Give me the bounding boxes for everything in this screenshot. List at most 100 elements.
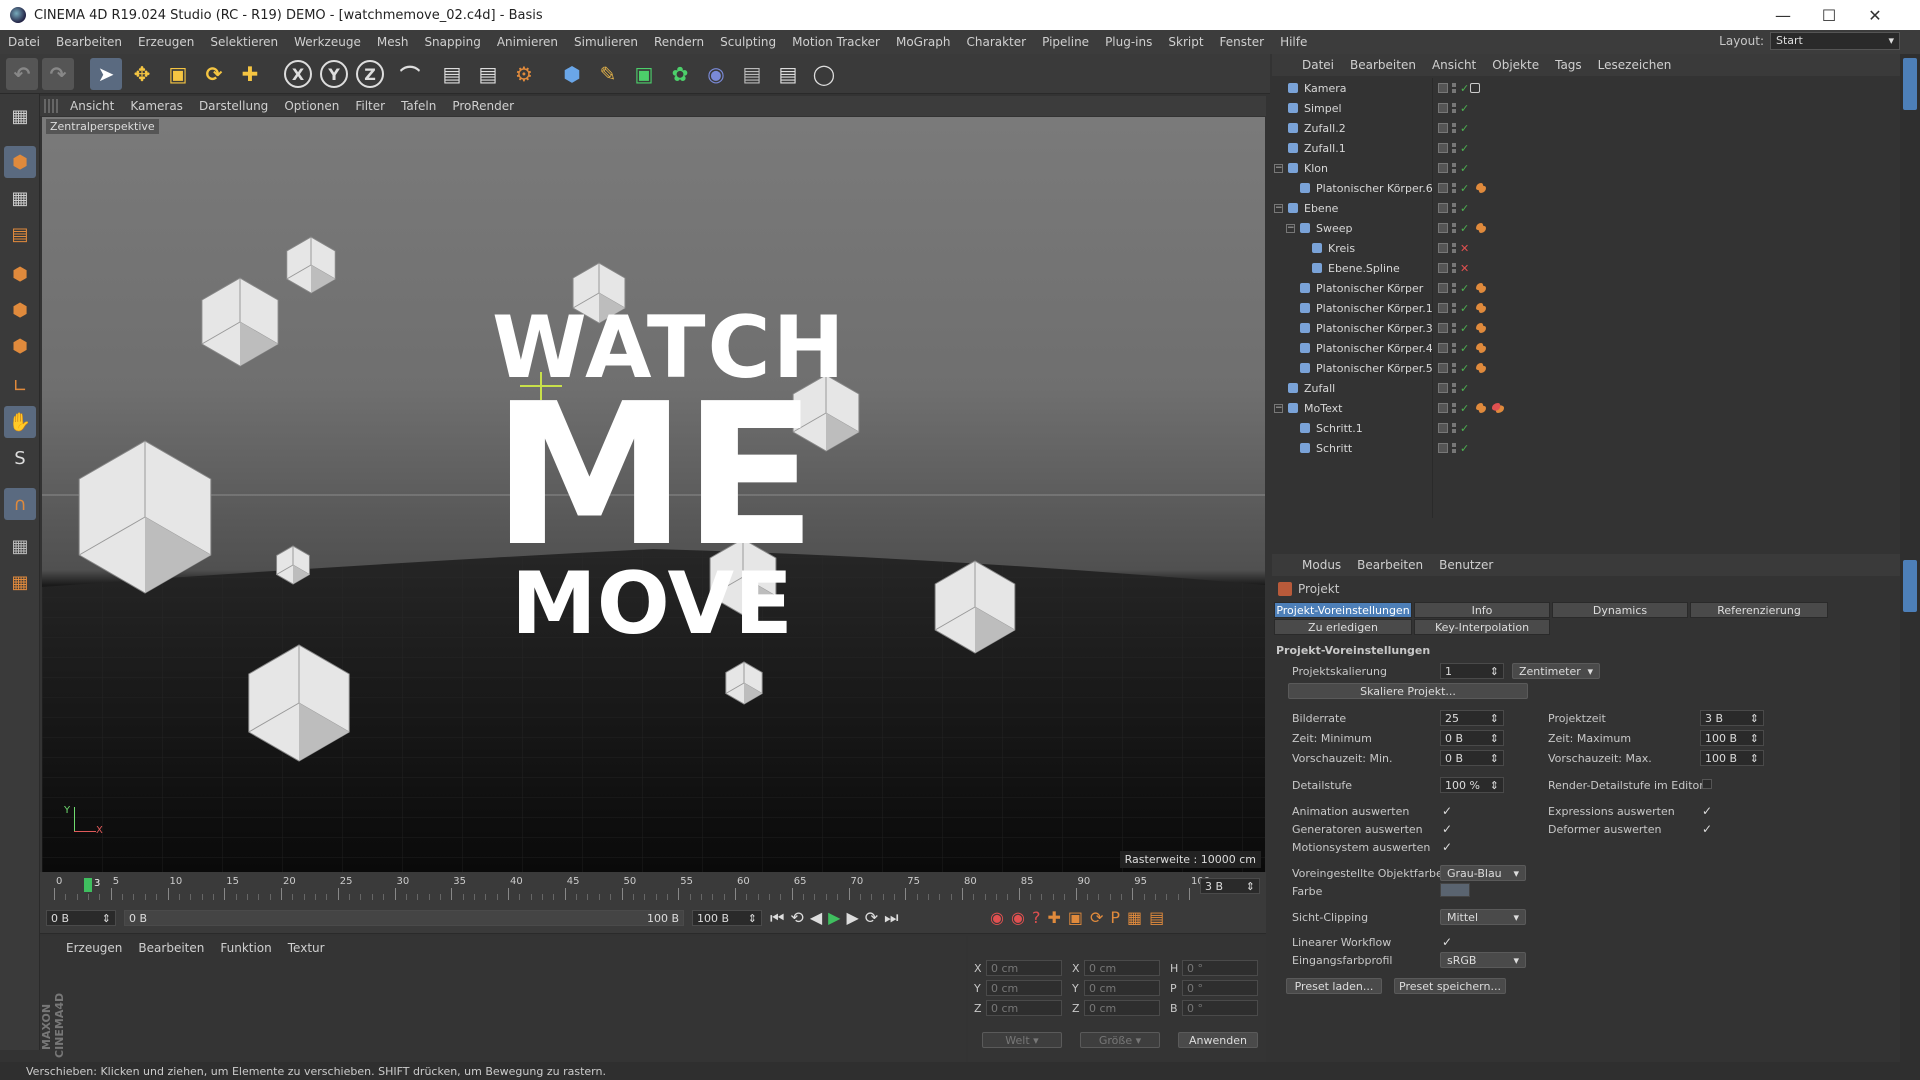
subdivision-icon[interactable]: ▣ [628, 58, 660, 90]
layer-icon[interactable] [1438, 83, 1448, 93]
object-row[interactable]: − Klon ✓ [1272, 158, 1900, 178]
layer-icon[interactable] [1438, 123, 1448, 133]
preset-speichern-button[interactable]: Preset speichern... [1394, 978, 1506, 994]
coord-field[interactable]: 0 cm [986, 980, 1062, 996]
enabled-check-icon[interactable]: ✓ [1460, 282, 1469, 295]
coord-field[interactable]: 0 ° [1182, 1000, 1258, 1016]
cloner-icon[interactable]: ✿ [664, 58, 696, 90]
visibility-dots-icon[interactable] [1452, 143, 1456, 153]
object-row[interactable]: Platonischer Körper.3 ✓ [1272, 318, 1900, 338]
axis-mode-icon[interactable]: ∟ [4, 370, 36, 402]
lock-workplane-icon[interactable]: ▦ [4, 566, 36, 598]
enabled-check-icon[interactable]: ✓ [1460, 302, 1469, 315]
object-row[interactable]: Schritt.1 ✓ [1272, 418, 1900, 438]
menu-item[interactable]: Simulieren [566, 35, 646, 49]
maximize-button[interactable]: ☐ [1806, 0, 1852, 30]
visibility-dots-icon[interactable] [1452, 103, 1456, 113]
detailstufe-input[interactable]: 100 % ⇕ [1440, 777, 1504, 793]
visibility-dots-icon[interactable] [1452, 203, 1456, 213]
disabled-x-icon[interactable]: ✕ [1460, 242, 1469, 255]
menu-item[interactable]: Pipeline [1034, 35, 1097, 49]
close-button[interactable]: ✕ [1852, 0, 1898, 30]
tab-0[interactable]: Projekt-Voreinstellungen [1274, 602, 1412, 618]
visibility-dots-icon[interactable] [1452, 263, 1456, 273]
render-detail-checkbox[interactable] [1702, 779, 1712, 789]
workplane-icon[interactable]: ▤ [4, 218, 36, 250]
preset-laden-button[interactable]: Preset laden... [1286, 978, 1382, 994]
tag-icon[interactable] [1476, 223, 1486, 233]
deformer-icon[interactable]: ◉ [700, 58, 732, 90]
size-mode-dropdown[interactable]: Größe ▾ [1080, 1032, 1160, 1048]
layer-icon[interactable] [1438, 263, 1448, 273]
tab-1[interactable]: Info [1414, 602, 1550, 618]
goto-end-icon[interactable]: ⏭ [884, 908, 898, 928]
enabled-check-icon[interactable]: ✓ [1460, 342, 1469, 355]
disabled-x-icon[interactable]: ✕ [1460, 262, 1469, 275]
key-rotation-icon[interactable]: ⟳ [1090, 908, 1103, 927]
floor-icon[interactable]: ▤ [736, 58, 768, 90]
enabled-check-icon[interactable]: ✓ [1460, 222, 1469, 235]
objects-side-tab[interactable] [1903, 58, 1917, 110]
menu-item[interactable]: Hilfe [1272, 35, 1315, 49]
linear-workflow-checkbox[interactable]: ✓ [1442, 936, 1454, 948]
enabled-check-icon[interactable]: ✓ [1460, 182, 1469, 195]
pen-spline-icon[interactable]: ✎ [592, 58, 624, 90]
projektskalierung-input[interactable]: 1 ⇕ [1440, 663, 1504, 679]
objektfarbe-dropdown[interactable]: Grau-Blau ▾ [1440, 865, 1526, 881]
timeline-ruler[interactable]: 0510152025303540455055606570758085909510… [54, 874, 1210, 902]
visibility-dots-icon[interactable] [1452, 283, 1456, 293]
unit-dropdown[interactable]: Zentimeter ▾ [1512, 663, 1600, 679]
viewport-menu-item[interactable]: Tafeln [393, 99, 444, 113]
coord-field[interactable]: 0 cm [1084, 980, 1160, 996]
generatoren-checkbox[interactable]: ✓ [1442, 823, 1454, 835]
next-key-icon[interactable]: ⟳ [865, 908, 878, 928]
enabled-check-icon[interactable]: ✓ [1460, 362, 1469, 375]
preview-range-slider[interactable]: 0 B 100 B [124, 910, 684, 926]
make-editable-icon[interactable]: ▦ [4, 100, 36, 132]
x-axis-lock-icon[interactable]: X [284, 60, 312, 88]
start-frame-field[interactable]: 0 B ⇕ [46, 910, 116, 926]
tab-2[interactable]: Dynamics [1552, 602, 1688, 618]
snap-icon[interactable]: S [4, 442, 36, 474]
viewport-menu-item[interactable]: Optionen [276, 99, 347, 113]
material-menu-item[interactable]: Textur [280, 941, 333, 955]
object-row[interactable]: Zufall.1 ✓ [1272, 138, 1900, 158]
menu-item[interactable]: MoGraph [888, 35, 959, 49]
platonic-solid[interactable] [201, 277, 279, 367]
menu-item[interactable]: Snapping [416, 35, 488, 49]
object-row[interactable]: Zufall ✓ [1272, 378, 1900, 398]
visibility-dots-icon[interactable] [1452, 443, 1456, 453]
expressions-checkbox[interactable]: ✓ [1702, 805, 1714, 817]
timeline[interactable]: 0510152025303540455055606570758085909510… [40, 872, 1266, 904]
camera-tag-icon[interactable] [1470, 83, 1480, 93]
animation-checkbox[interactable]: ✓ [1442, 805, 1454, 817]
tag-icon[interactable] [1476, 283, 1486, 293]
object-row[interactable]: Platonischer Körper.6 ✓ [1272, 178, 1900, 198]
object-menu-item[interactable]: Objekte [1484, 58, 1547, 72]
texture-mode-icon[interactable]: ▦ [4, 182, 36, 214]
menu-item[interactable]: Animieren [489, 35, 566, 49]
object-row[interactable]: − Ebene ✓ [1272, 198, 1900, 218]
layer-icon[interactable] [1438, 283, 1448, 293]
object-menu-item[interactable]: Lesezeichen [1590, 58, 1680, 72]
platonic-solid[interactable] [286, 236, 336, 294]
menu-item[interactable]: Selektieren [202, 35, 286, 49]
points-mode-icon[interactable]: ⬢ [4, 258, 36, 290]
enabled-check-icon[interactable]: ✓ [1460, 162, 1469, 175]
play-icon[interactable]: ▶ [828, 908, 840, 928]
polygons-mode-icon[interactable]: ⬢ [4, 330, 36, 362]
visibility-dots-icon[interactable] [1452, 223, 1456, 233]
model-mode-icon[interactable]: ⬢ [4, 146, 36, 178]
coord-field[interactable]: 0 cm [1084, 960, 1160, 976]
object-row[interactable]: Zufall.2 ✓ [1272, 118, 1900, 138]
prev-frame-icon[interactable]: ◀ [810, 908, 822, 928]
key-parameter-icon[interactable]: P [1110, 908, 1120, 927]
viewport-menu-item[interactable]: Darstellung [191, 99, 276, 113]
deformer-checkbox[interactable]: ✓ [1702, 823, 1714, 835]
object-row[interactable]: Kamera ✓ [1272, 78, 1900, 98]
coord-field[interactable]: 0 cm [986, 1000, 1062, 1016]
vorschau-min-input[interactable]: 0 B ⇕ [1440, 750, 1504, 766]
expander-icon[interactable]: − [1274, 163, 1283, 173]
layer-icon[interactable] [1438, 183, 1448, 193]
object-menu-item[interactable]: Datei [1294, 58, 1342, 72]
